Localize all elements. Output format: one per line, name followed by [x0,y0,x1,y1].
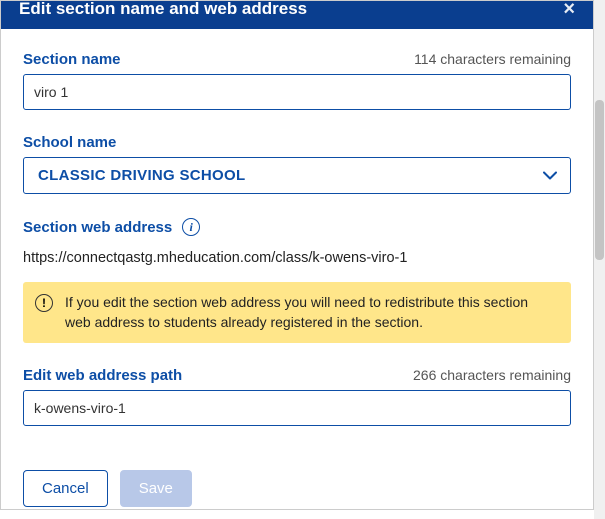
school-name-value: CLASSIC DRIVING SCHOOL [38,167,245,184]
section-web-address-url: https://connectqastg.mheducation.com/cla… [23,250,571,266]
school-name-select[interactable]: CLASSIC DRIVING SCHOOL [23,157,571,194]
section-web-address-label: Section web address [23,219,172,236]
dialog-content: Section name 114 characters remaining Sc… [1,29,593,426]
section-name-label: Section name [23,51,121,68]
section-name-input[interactable] [23,74,571,110]
warning-icon: ! [35,294,53,312]
save-button[interactable]: Save [120,470,192,507]
cancel-button[interactable]: Cancel [23,470,108,507]
edit-web-address-input[interactable] [23,390,571,426]
school-name-label: School name [23,134,116,151]
section-name-remaining: 114 characters remaining [414,51,571,67]
edit-web-address-label: Edit web address path [23,367,182,384]
info-icon[interactable]: i [182,218,200,236]
dialog-title: Edit section name and web address [19,0,307,19]
warning-text: If you edit the section web address you … [65,292,557,333]
section-web-address-block: Section web address i https://connectqas… [23,218,571,343]
edit-section-dialog: Edit section name and web address × Sect… [0,0,594,510]
dialog-header: Edit section name and web address × [1,0,593,29]
section-name-block: Section name 114 characters remaining [23,51,571,110]
edit-web-address-block: Edit web address path 266 characters rem… [23,367,571,426]
scrollbar-thumb[interactable] [595,100,604,260]
edit-web-address-remaining: 266 characters remaining [413,367,571,383]
school-name-block: School name CLASSIC DRIVING SCHOOL [23,134,571,194]
button-row: Cancel Save [1,448,214,510]
vertical-scrollbar[interactable] [594,0,605,519]
close-icon[interactable]: × [563,0,575,19]
warning-banner: ! If you edit the section web address yo… [23,282,571,343]
